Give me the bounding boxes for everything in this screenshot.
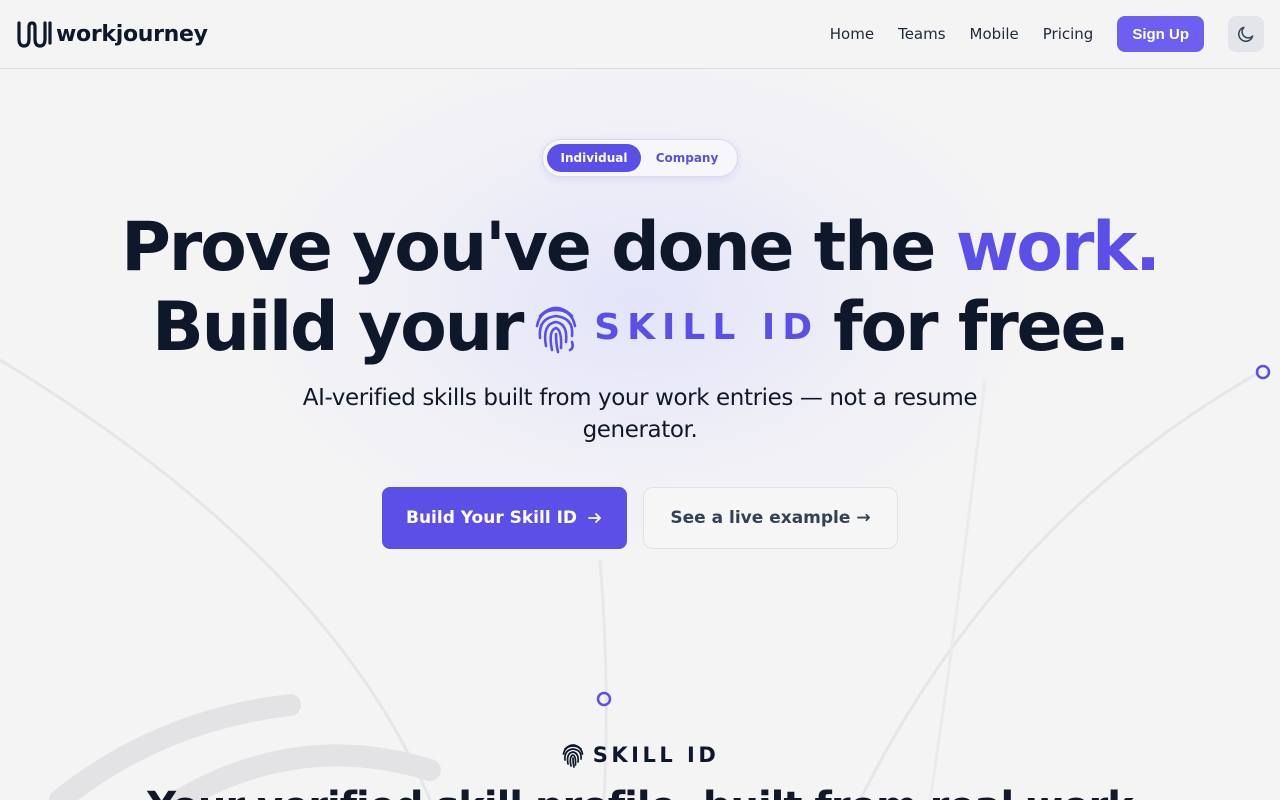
audience-toggle: Individual Company (542, 139, 738, 177)
top-navigation-bar: workjourney Home Teams Mobile Pricing Si… (0, 0, 1280, 69)
skill-id-section-label: SKILL ID (0, 742, 1280, 768)
see-live-example-button[interactable]: See a live example → (643, 487, 898, 549)
moon-icon (1238, 26, 1254, 42)
arrow-right-icon (588, 513, 601, 523)
toggle-individual[interactable]: Individual (547, 144, 641, 172)
hero-line-2-start: Build your (151, 288, 524, 367)
fingerprint-icon (562, 744, 584, 768)
nav-menu: Home Teams Mobile Pricing Sign Up (830, 16, 1264, 52)
skill-id-badge-label: SKILL ID (594, 307, 820, 348)
skill-id-badge: SKILL ID (532, 302, 819, 354)
toggle-company[interactable]: Company (641, 144, 733, 172)
workjourney-logo-icon (17, 21, 52, 48)
nav-link-home[interactable]: Home (830, 25, 874, 43)
section-title: Your verified skill profile, built from … (0, 784, 1280, 800)
build-skill-id-button[interactable]: Build Your Skill ID (382, 487, 627, 549)
section-label-text: SKILL ID (592, 743, 720, 767)
sign-up-button[interactable]: Sign Up (1117, 16, 1204, 52)
hero-line-2-end: for free. (833, 288, 1130, 367)
hero-line-1-accent: work. (955, 208, 1161, 287)
nav-link-teams[interactable]: Teams (898, 25, 945, 43)
fingerprint-icon (535, 306, 577, 353)
hero-headline-line-1: Prove you've done the work. (0, 208, 1280, 287)
nav-link-mobile[interactable]: Mobile (970, 25, 1019, 43)
hero-line-1-text: Prove you've done the (121, 208, 936, 287)
hero-subtitle: AI-verified skills built from your work … (302, 385, 978, 443)
nav-link-pricing[interactable]: Pricing (1043, 25, 1094, 43)
brand-logo[interactable]: workjourney (16, 19, 208, 49)
hero-headline-line-2: Build your SKILL ID for free. (0, 288, 1280, 367)
build-skill-id-label: Build Your Skill ID (405, 508, 578, 528)
brand-name: workjourney (56, 21, 208, 47)
theme-toggle-button[interactable] (1228, 16, 1264, 52)
